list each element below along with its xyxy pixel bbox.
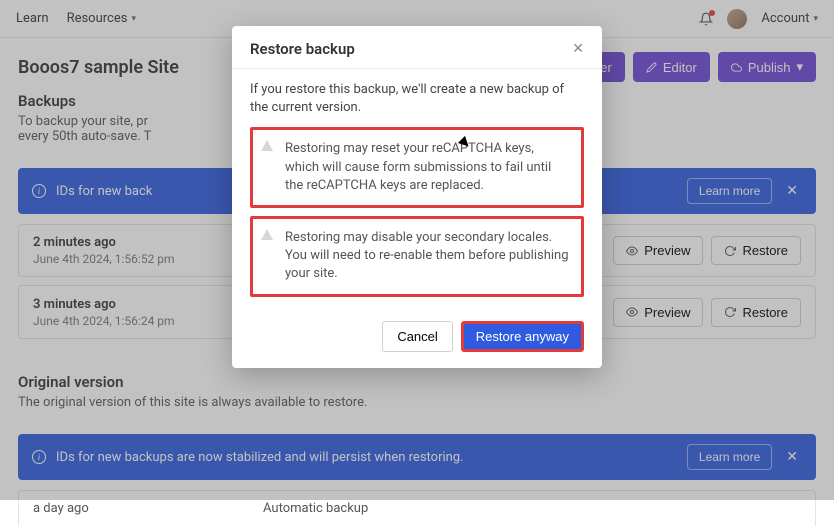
warning-icon xyxy=(261,229,273,240)
restore-anyway-button[interactable]: Restore anyway xyxy=(461,321,584,352)
modal-footer: Cancel Restore anyway xyxy=(232,313,602,368)
cancel-button[interactable]: Cancel xyxy=(382,321,452,352)
warning-recaptcha: Restoring may reset your reCAPTCHA keys,… xyxy=(250,127,584,208)
warning-locales: Restoring may disable your secondary loc… xyxy=(250,216,584,297)
modal-header: Restore backup ✕ xyxy=(232,26,602,69)
modal-overlay: Restore backup ✕ If you restore this bac… xyxy=(0,0,834,500)
modal-desc: If you restore this backup, we'll create… xyxy=(250,81,584,117)
backup-meta: Automatic backup xyxy=(263,501,801,516)
restore-backup-modal: Restore backup ✕ If you restore this bac… xyxy=(232,26,602,368)
backup-type: Automatic backup xyxy=(263,501,801,516)
modal-body: If you restore this backup, we'll create… xyxy=(232,69,602,313)
warning-icon xyxy=(261,140,273,151)
modal-close-icon[interactable]: ✕ xyxy=(572,41,584,57)
backup-ago: a day ago xyxy=(33,501,243,516)
backup-time: a day ago xyxy=(33,501,243,516)
modal-title: Restore backup xyxy=(250,40,355,58)
